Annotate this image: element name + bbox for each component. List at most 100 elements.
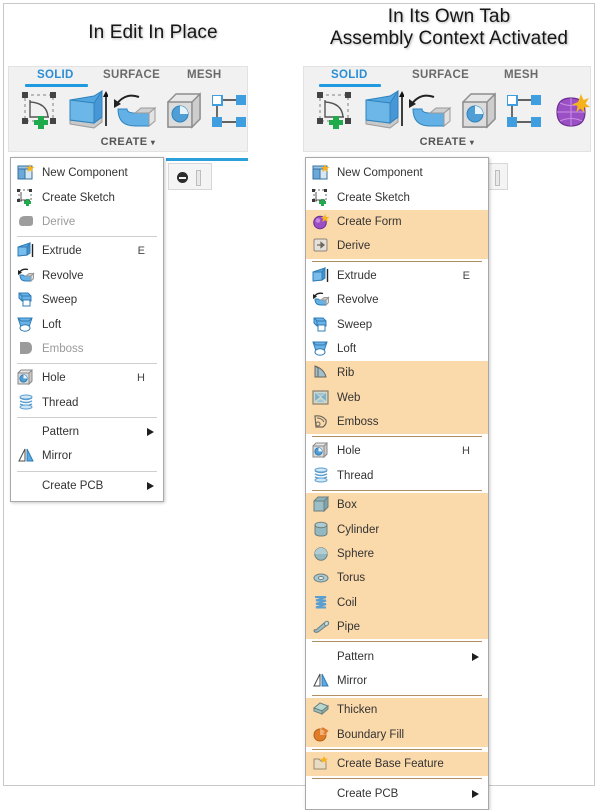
- menu-separator: [312, 778, 482, 780]
- menu-item-label: Revolve: [337, 294, 379, 307]
- menu-item-hole[interactable]: Hole H: [11, 366, 163, 390]
- menu-item-sweep[interactable]: Sweep: [306, 312, 488, 336]
- web-icon: [312, 389, 332, 407]
- menu-item-create-sketch[interactable]: Create Sketch: [306, 185, 488, 209]
- menu-item-derive[interactable]: Derive: [306, 234, 488, 259]
- menu-separator: [312, 695, 482, 697]
- menu-item-extrude[interactable]: Extrude E: [306, 264, 488, 288]
- create-sketch-icon: [17, 188, 37, 207]
- menu-item-label: Create Sketch: [337, 191, 410, 204]
- create-menu-left[interactable]: New Component Create Sketch Derive Extrude E…: [10, 157, 164, 503]
- menu-item-sweep[interactable]: Sweep: [11, 288, 163, 312]
- menu-separator: [17, 236, 157, 238]
- menu-item-label: Pipe: [337, 621, 361, 634]
- menu-item-cylinder[interactable]: Cylinder: [306, 517, 488, 542]
- menu-item-label: Torus: [337, 572, 366, 585]
- menu-item-loft[interactable]: Loft: [11, 312, 163, 336]
- menu-item-label: Loft: [42, 318, 62, 331]
- tab-mesh-left[interactable]: MESH: [187, 69, 221, 81]
- ribbon-icon-row-right: [304, 87, 590, 133]
- chevron-right-icon: [472, 652, 479, 661]
- tab-solid-left[interactable]: SOLID: [37, 69, 74, 81]
- page-title-right: In Its Own Tab Assembly Context Activate…: [329, 6, 569, 49]
- menu-item-new-component[interactable]: New Component: [306, 161, 488, 185]
- menu-item-new-component[interactable]: New Component: [11, 161, 163, 185]
- thread-icon: [17, 394, 37, 412]
- create-panel-label-right[interactable]: CREATE ▾: [304, 136, 590, 148]
- thread-icon: [312, 467, 332, 485]
- menu-item-loft[interactable]: Loft: [306, 337, 488, 361]
- tab-chip-left[interactable]: [168, 163, 212, 190]
- menu-item-rib[interactable]: Rib: [306, 361, 488, 386]
- menu-item-label: Derive: [337, 240, 371, 253]
- menu-item-label: Thicken: [337, 704, 378, 717]
- menu-item-revolve[interactable]: Revolve: [11, 264, 163, 288]
- cylinder-icon: [312, 521, 332, 539]
- menu-item-pipe[interactable]: Pipe: [306, 615, 488, 640]
- thicken-icon: [312, 701, 332, 719]
- menu-separator: [312, 260, 482, 262]
- menu-item-revolve[interactable]: Revolve: [306, 288, 488, 312]
- menu-item-label: Derive: [42, 215, 76, 228]
- box-icon: [312, 496, 332, 514]
- menu-item-label: Web: [337, 391, 361, 404]
- menu-item-create-form[interactable]: Create Form: [306, 209, 488, 235]
- menu-item-sphere[interactable]: Sphere: [306, 541, 488, 567]
- drag-handle-right[interactable]: [495, 170, 500, 186]
- menu-item-label: Hole: [42, 372, 66, 385]
- menu-item-pattern[interactable]: Pattern: [306, 644, 488, 668]
- extrude-icon: [17, 242, 37, 260]
- tab-chip-right[interactable]: [486, 163, 508, 190]
- menu-item-shortcut: H: [462, 445, 470, 458]
- menu-item-emboss[interactable]: Emboss: [306, 409, 488, 435]
- minimize-icon[interactable]: [177, 172, 188, 183]
- extrude-icon: [312, 266, 332, 285]
- menu-separator: [17, 470, 157, 472]
- menu-item-mirror[interactable]: Mirror: [306, 669, 488, 693]
- create-menu-right[interactable]: New Component Create Sketch Create Form Der…: [305, 157, 489, 810]
- menu-item-web[interactable]: Web: [306, 385, 488, 410]
- sweep-icon: [17, 291, 37, 309]
- tab-solid-right[interactable]: SOLID: [331, 69, 368, 81]
- menu-item-extrude[interactable]: Extrude E: [11, 239, 163, 263]
- create-panel-label-left[interactable]: CREATE ▾: [9, 136, 247, 148]
- menu-item-boundary-fill[interactable]: Boundary Fill: [306, 722, 488, 747]
- menu-item-label: Mirror: [337, 675, 368, 687]
- menu-item-label: Sphere: [337, 548, 375, 561]
- menu-item-create-pcb[interactable]: Create PCB: [11, 474, 163, 498]
- menu-separator: [312, 490, 482, 492]
- coil-icon: [312, 594, 332, 612]
- tab-mesh-right[interactable]: MESH: [504, 69, 538, 81]
- menu-item-shortcut: E: [462, 269, 470, 282]
- derive-icon: [312, 237, 332, 255]
- menu-item-label: New Component: [42, 167, 128, 180]
- menu-item-shortcut: H: [137, 372, 145, 385]
- menu-item-mirror[interactable]: Mirror: [11, 444, 163, 468]
- menu-item-thread[interactable]: Thread: [11, 391, 163, 415]
- menu-item-box[interactable]: Box: [306, 493, 488, 518]
- menu-item-coil[interactable]: Coil: [306, 590, 488, 616]
- menu-item-create-base-feature[interactable]: Create Base Feature: [306, 751, 488, 777]
- tab-surface-left[interactable]: SURFACE: [103, 69, 160, 81]
- ribbon-icon-row-left: [9, 87, 247, 133]
- derive-icon: [17, 213, 37, 231]
- menu-item-hole[interactable]: Hole H: [306, 439, 488, 463]
- menu-item-label: Pattern: [42, 426, 80, 439]
- menu-item-label: Hole: [337, 445, 361, 458]
- menu-item-thread[interactable]: Thread: [306, 464, 488, 488]
- menu-item-create-pcb[interactable]: Create PCB: [306, 781, 488, 805]
- menu-item-torus[interactable]: Torus: [306, 566, 488, 591]
- tab-surface-right[interactable]: SURFACE: [412, 69, 469, 81]
- menu-item-label: New Component: [337, 167, 423, 180]
- menu-item-thicken[interactable]: Thicken: [306, 698, 488, 723]
- ribbon-tabs-right: SOLID SURFACE MESH: [304, 67, 590, 87]
- boundary-fill-icon: [312, 726, 332, 744]
- menu-item-create-sketch[interactable]: Create Sketch: [11, 185, 163, 209]
- menu-item-label: Create Base Feature: [337, 758, 444, 771]
- ribbon-panel-right: SOLID SURFACE MESH CREATE ▾: [303, 66, 591, 152]
- create-form-icon: [312, 213, 332, 231]
- drag-handle-left[interactable]: [196, 170, 201, 186]
- menu-item-pattern[interactable]: Pattern: [11, 420, 163, 444]
- rib-icon: [312, 364, 332, 382]
- ribbon-tabs-left: SOLID SURFACE MESH: [9, 67, 247, 87]
